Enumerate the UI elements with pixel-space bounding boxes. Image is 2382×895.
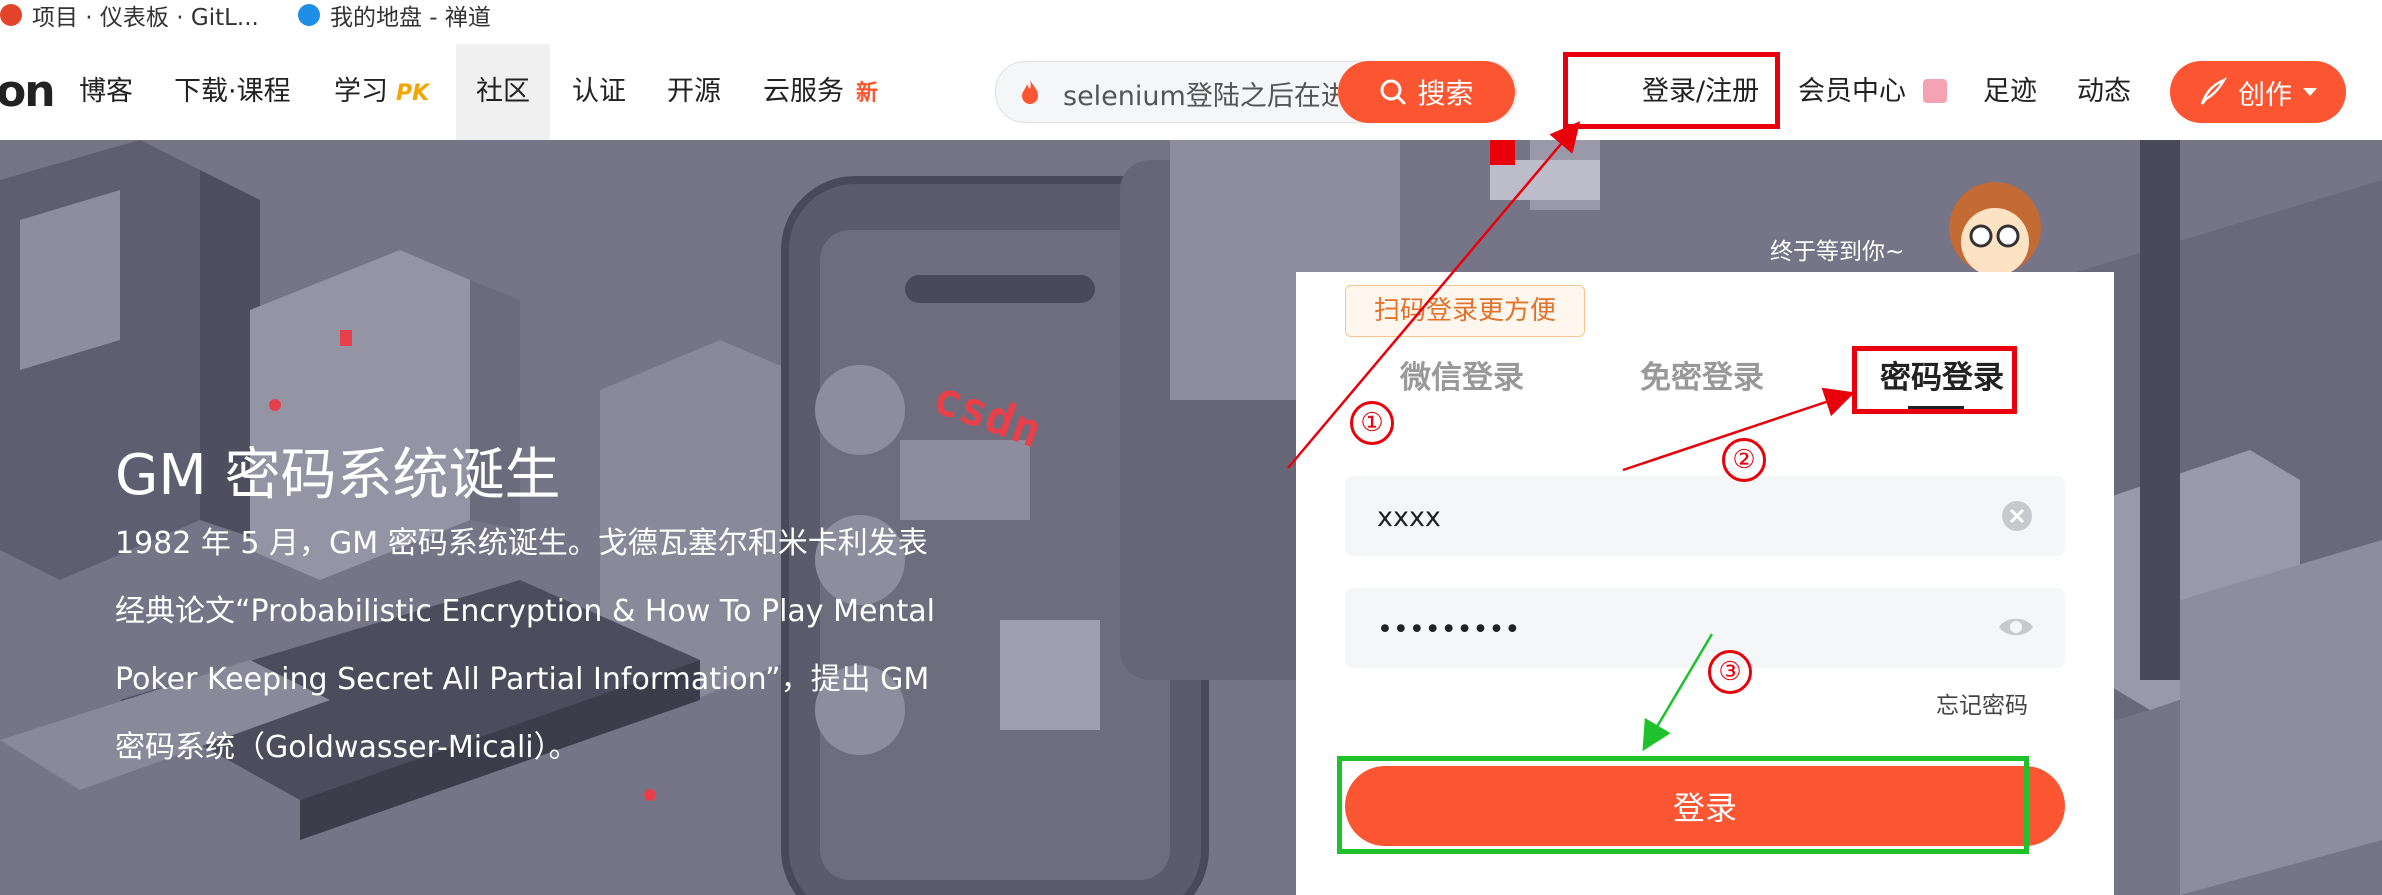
highlight-login-register (1563, 52, 1780, 129)
nav-cloud[interactable]: 云服务新 (763, 44, 878, 140)
nav-blog[interactable]: 博客 (79, 44, 133, 140)
highlight-login-button (1337, 756, 2029, 854)
dynamic-link[interactable]: 动态 (2077, 44, 2131, 140)
nav-label: 开源 (667, 76, 721, 107)
chevron-down-icon (2303, 88, 2317, 96)
member-center-label: 会员中心 (1798, 76, 1906, 107)
pk-badge: PK (396, 81, 430, 106)
site-logo[interactable]: on (0, 44, 56, 140)
create-label: 创作 (2238, 79, 2292, 111)
search-button-label: 搜索 (1417, 77, 1474, 110)
zentao-icon (298, 4, 320, 26)
create-button[interactable]: 创作 (2170, 61, 2346, 123)
tab-passwordless-login[interactable]: 免密登录 (1640, 352, 1764, 397)
qr-login-tip[interactable]: 扫码登录更方便 (1345, 285, 1585, 337)
clear-icon[interactable] (2001, 500, 2033, 532)
nav-label: 认证 (572, 76, 626, 107)
nav-learn[interactable]: 学习 PK (334, 44, 429, 140)
hot-flame-icon (1022, 80, 1038, 104)
nav-label: 学习 (334, 76, 388, 107)
bookmark-gitlab[interactable]: 项目 · 仪表板 · GitL... (0, 0, 259, 31)
search-input[interactable] (1061, 62, 1340, 122)
member-center-link[interactable]: 会员中心 (1798, 44, 1947, 140)
password-field (1345, 588, 2065, 670)
quill-icon (2200, 77, 2227, 105)
username-input[interactable] (1375, 476, 1979, 558)
hero-title: GM 密码系统诞生 (115, 443, 561, 508)
search-button[interactable]: 搜索 (1338, 61, 1515, 123)
new-badge: 新 (856, 81, 879, 106)
footprint-link[interactable]: 足迹 (1983, 44, 2037, 140)
gitlab-icon (0, 4, 22, 26)
eye-icon[interactable] (1997, 614, 2035, 640)
hero-description: 1982 年 5 月，GM 密码系统诞生。戈德瓦塞尔和米卡利发表经典论文“Pro… (115, 526, 935, 765)
bookmarks-bar: 项目 · 仪表板 · GitL... 我的地盘 - 禅道 (0, 0, 2382, 45)
username-field (1345, 476, 2065, 558)
nav-download[interactable]: 下载·课程 (174, 44, 291, 140)
step2-marker: ② (1722, 438, 1766, 482)
search-icon (1380, 79, 1406, 105)
forgot-password-link[interactable]: 忘记密码 (1936, 686, 2028, 720)
bookmark-zentao[interactable]: 我的地盘 - 禅道 (298, 0, 491, 31)
bookmark-label: 项目 · 仪表板 · GitL... (32, 5, 259, 31)
step3-marker: ③ (1708, 650, 1752, 694)
nav-label: 社区 (476, 76, 530, 107)
nav-label: 云服务 (763, 76, 844, 107)
nav-opensource[interactable]: 开源 (667, 44, 721, 140)
password-input[interactable] (1375, 588, 1979, 670)
footprint-label: 足迹 (1983, 76, 2037, 107)
greeting-text: 终于等到你~ (1770, 239, 1905, 265)
step1-marker: ① (1350, 401, 1394, 445)
tab-wechat-login[interactable]: 微信登录 (1400, 352, 1524, 397)
gift-icon (1922, 79, 1947, 103)
dynamic-label: 动态 (2077, 76, 2131, 107)
nav-label: 博客 (79, 76, 133, 107)
bookmark-label: 我的地盘 - 禅道 (330, 5, 491, 31)
nav-community[interactable]: 社区 (456, 44, 550, 140)
nav-certification[interactable]: 认证 (572, 44, 626, 140)
nav-label: 下载·课程 (174, 76, 291, 107)
highlight-password-tab (1852, 346, 2017, 414)
top-nav: on 博客 下载·课程 学习PK 社区 认证 开源 云服务新 搜索 登录/注册 … (0, 44, 2382, 140)
